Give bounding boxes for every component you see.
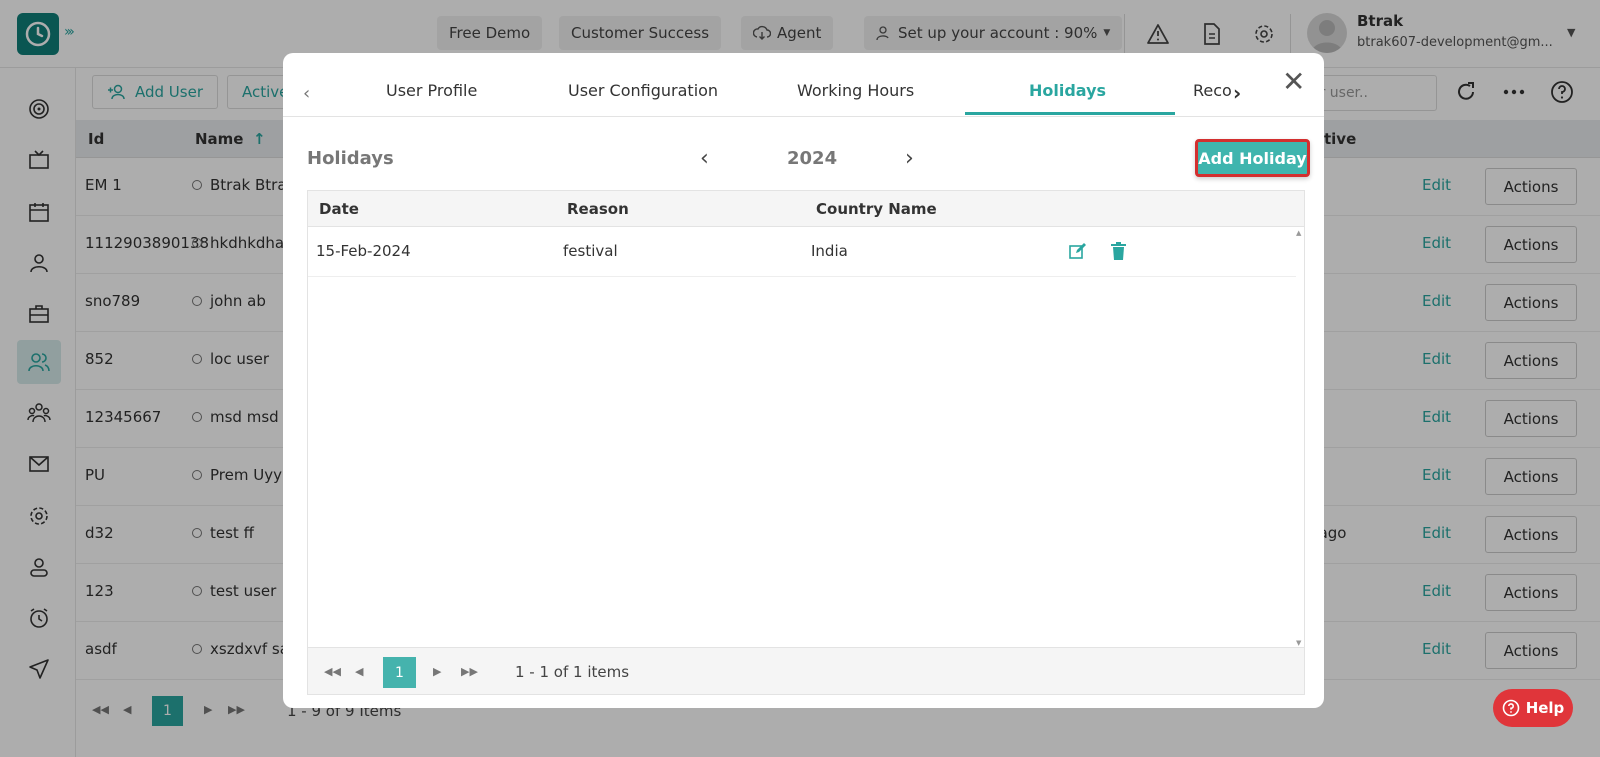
edit-icon[interactable] (1069, 242, 1087, 264)
column-header-reason[interactable]: Reason (567, 200, 629, 218)
holidays-table-pager: ◀◀ ◀ 1 ▶ ▶▶ 1 - 1 of 1 items (308, 647, 1304, 694)
next-page-icon[interactable]: ▶ (433, 665, 441, 678)
help-label: Help (1525, 699, 1565, 717)
table-row: 15-Feb-2024 festival India (308, 227, 1296, 277)
delete-icon[interactable] (1111, 242, 1126, 264)
holiday-reason: festival (563, 242, 618, 260)
scroll-down-icon[interactable]: ▼ (1296, 639, 1301, 647)
page-number[interactable]: 1 (383, 657, 416, 688)
holidays-title: Holidays (307, 148, 394, 169)
tab-user-profile[interactable]: User Profile (386, 81, 477, 100)
pager-info: 1 - 1 of 1 items (515, 663, 630, 681)
tab-strip: User Profile User Configuration Working … (283, 53, 1233, 117)
holidays-table-header: Date Reason Country Name (308, 191, 1304, 227)
app-root: ››› Free Demo Customer Success Agent Set… (0, 0, 1600, 757)
holidays-table: Date Reason Country Name 15-Feb-2024 fes… (307, 190, 1305, 695)
column-header-country[interactable]: Country Name (816, 200, 937, 218)
column-header-date[interactable]: Date (319, 200, 359, 218)
first-page-icon[interactable]: ◀◀ (324, 665, 341, 678)
year-label: 2024 (787, 148, 838, 169)
holiday-date: 15-Feb-2024 (316, 242, 411, 260)
next-year-icon[interactable]: › (905, 146, 914, 171)
tab-reco[interactable]: Reco (1193, 81, 1232, 100)
user-settings-modal: ‹ User Profile User Configuration Workin… (283, 53, 1324, 708)
modal-tab-bar: ‹ User Profile User Configuration Workin… (283, 53, 1324, 117)
previous-year-icon[interactable]: ‹ (700, 146, 709, 171)
scroll-up-icon[interactable]: ▲ (1296, 229, 1301, 237)
tab-holidays[interactable]: Holidays (1029, 81, 1106, 100)
tab-scroll-right-icon[interactable]: › (1233, 81, 1241, 105)
close-icon[interactable]: ✕ (1282, 65, 1305, 98)
help-button[interactable]: Help (1493, 689, 1573, 727)
last-page-icon[interactable]: ▶▶ (461, 665, 478, 678)
tab-user-configuration[interactable]: User Configuration (568, 81, 718, 100)
question-icon (1502, 699, 1519, 717)
holiday-country: India (811, 242, 848, 260)
add-holiday-button[interactable]: Add Holiday (1195, 139, 1310, 177)
prev-page-icon[interactable]: ◀ (355, 665, 363, 678)
tab-working-hours[interactable]: Working Hours (797, 81, 914, 100)
active-tab-indicator (965, 112, 1175, 115)
